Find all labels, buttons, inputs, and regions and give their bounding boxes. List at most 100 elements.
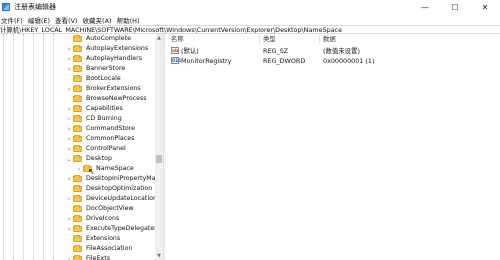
folder-icon [73, 225, 82, 232]
scroll-thumb[interactable] [156, 155, 162, 163]
tree-item[interactable]: FileAssociation [0, 244, 155, 254]
folder-icon [73, 75, 82, 82]
folder-icon [73, 215, 82, 222]
menu-help[interactable]: 帮助(H) [117, 15, 145, 25]
tree-item[interactable]: › NameSpace [0, 164, 155, 174]
menu-favorites[interactable]: 收藏夹(A) [83, 15, 117, 25]
chevron-right-icon[interactable]: › [66, 104, 72, 114]
tree-item[interactable]: BrowseNewProcess [0, 94, 155, 104]
string-value-icon: ab [171, 47, 179, 54]
tree-item-label: BrokerExtensions [86, 85, 141, 92]
tree-item[interactable]: AutoComplete [0, 34, 155, 44]
folder-icon [73, 145, 82, 152]
chevron-right-icon[interactable]: › [66, 84, 72, 94]
folder-icon [73, 55, 82, 62]
minimize-button[interactable]: — [410, 0, 440, 14]
window-title: 注册表编辑器 [14, 3, 56, 11]
chevron-right-icon[interactable]: › [66, 254, 72, 260]
tree-item-label: DeviceUpdateLocations [86, 195, 161, 202]
tree-item[interactable]: › ControlPanel [0, 144, 155, 154]
chevron-right-icon[interactable]: › [66, 64, 72, 74]
folder-icon [73, 35, 82, 42]
binary-value-icon: 011 [171, 57, 182, 64]
chevron-right-icon[interactable]: › [66, 194, 72, 204]
tree-item[interactable]: › BrokerExtensions [0, 84, 155, 94]
chevron-right-icon[interactable]: › [66, 214, 72, 224]
column-separator[interactable] [319, 35, 320, 44]
menu-view[interactable]: 查看(V) [55, 15, 83, 25]
chevron-right-icon[interactable]: › [66, 144, 72, 154]
tree-item-label: ControlPanel [86, 145, 126, 152]
regedit-app-icon [2, 3, 10, 11]
menu-edit[interactable]: 编辑(E) [28, 15, 55, 25]
tree-item[interactable]: BootLocale [0, 74, 155, 84]
value-data: 0x00000001 (1) [323, 57, 375, 65]
maximize-button[interactable]: ☐ [440, 0, 470, 14]
tree-item-label: Capabilities [86, 105, 123, 112]
column-separator[interactable] [259, 35, 260, 44]
tree-item[interactable]: › DesktopIniPropertyMap [0, 174, 160, 184]
values-pane: 名称 类型 数据 ab (默认) REG_SZ (数值未设置) 011 MonitorRe… [167, 34, 500, 260]
tree-item-label: NameSpace [96, 164, 134, 174]
tree-item[interactable]: › ExecuteTypeDelegates [0, 224, 157, 234]
value-row[interactable]: 011 MonitorRegistry REG_DWORD 0x00000001 (1… [167, 56, 500, 66]
tree-item[interactable]: › CommandStore [0, 124, 155, 134]
tree-item-label: AutoplayExtensions [86, 45, 149, 52]
chevron-right-icon[interactable]: › [66, 54, 72, 64]
tree-item[interactable]: › AutoplayHandlers [0, 54, 155, 64]
tree-item-label: DocObjectView [86, 205, 134, 212]
folder-icon [73, 105, 82, 112]
tree-item-label: DriveIcons [86, 215, 120, 222]
tree-scrollbar[interactable]: ▲ ▼ [155, 34, 163, 260]
tree-item[interactable]: Extensions [0, 234, 155, 244]
chevron-right-icon[interactable]: › [66, 124, 72, 134]
tree-item-label: Extensions [86, 235, 121, 242]
tree-item-label: BootLocale [86, 75, 121, 82]
registry-tree: AutoComplete › AutoplayExtensions › Autoplay… [0, 34, 163, 260]
tree-item-label: DesktopIniPropertyMap [86, 175, 160, 182]
tree-item[interactable]: › Capabilities [0, 104, 155, 114]
chevron-right-icon[interactable]: › [66, 174, 72, 184]
scroll-down-arrow-icon[interactable]: ▼ [155, 252, 163, 260]
tree-item-label: AutoComplete [86, 35, 131, 42]
menu-file[interactable]: 文件(F) [1, 15, 28, 25]
tree-item-label: FileAssociation [86, 245, 133, 252]
folder-icon [73, 175, 82, 182]
chevron-right-icon[interactable]: › [66, 224, 72, 234]
tree-item[interactable]: DocObjectView [0, 204, 155, 214]
tree-item[interactable]: › DeviceUpdateLocations [0, 194, 160, 204]
tree-item[interactable]: ⌄ Desktop [0, 154, 155, 164]
title-bar: 注册表编辑器 — ☐ ✕ [0, 0, 500, 14]
tree-item[interactable]: › DriveIcons [0, 214, 155, 224]
folder-icon [73, 85, 82, 92]
folder-icon [73, 245, 82, 252]
tree-item-label: CommonPlaces [86, 135, 135, 142]
chevron-right-icon[interactable]: › [76, 164, 82, 174]
tree-item[interactable]: › CommonPlaces [0, 134, 155, 144]
folder-icon [73, 65, 82, 72]
value-data: (数值未设置) [323, 47, 360, 55]
address-bar[interactable]: 计算机\HKEY_LOCAL_MACHINE\SOFTWARE\Microsof… [0, 25, 500, 34]
tree-item[interactable]: DesktopOptimization [0, 184, 155, 194]
folder-icon [73, 125, 82, 132]
close-button[interactable]: ✕ [470, 0, 500, 14]
tree-item-label: BannerStore [86, 65, 126, 72]
tree-item[interactable]: › CD Burning [0, 114, 155, 124]
tree-item[interactable]: › AutoplayExtensions [0, 44, 155, 54]
chevron-right-icon[interactable]: › [66, 114, 72, 124]
chevron-right-icon[interactable]: › [66, 134, 72, 144]
chevron-down-icon[interactable]: ⌄ [66, 154, 72, 164]
column-header-type[interactable]: 类型 [263, 34, 276, 45]
folder-icon [73, 205, 82, 212]
column-header-name[interactable]: 名称 [171, 34, 184, 45]
pane-splitter[interactable] [163, 34, 166, 260]
folder-icon [73, 95, 82, 102]
tree-item-label: BrowseNewProcess [86, 95, 147, 102]
value-row[interactable]: ab (默认) REG_SZ (数值未设置) [167, 46, 500, 56]
column-header-data[interactable]: 数据 [323, 34, 336, 45]
menu-bar: 文件(F) 编辑(E) 查看(V) 收藏夹(A) 帮助(H) [0, 14, 500, 25]
tree-item[interactable]: › BannerStore [0, 64, 155, 74]
tree-item[interactable]: › FileExts [0, 254, 155, 260]
chevron-right-icon[interactable]: › [66, 44, 72, 54]
scroll-up-arrow-icon[interactable]: ▲ [155, 34, 163, 42]
